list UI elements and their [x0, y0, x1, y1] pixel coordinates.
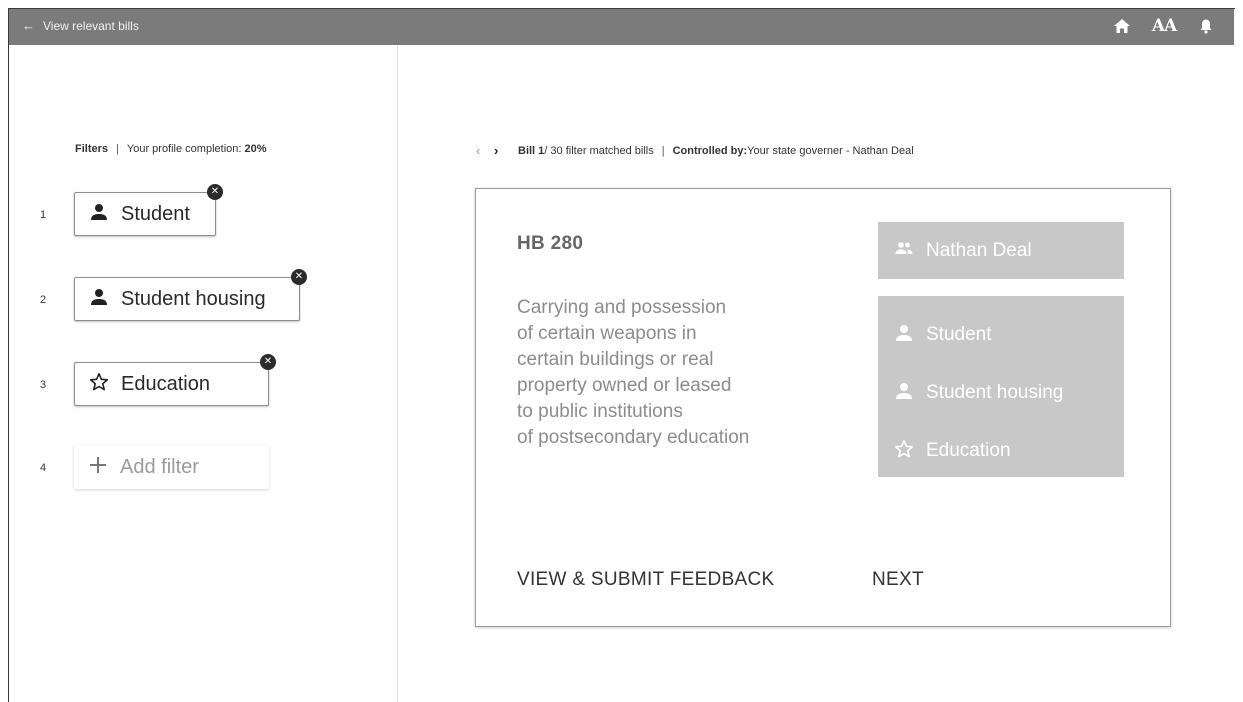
back-link-label[interactable]: View relevant bills [43, 19, 139, 33]
bill-description-line: to public institutions [517, 401, 683, 422]
panel-divider [397, 45, 398, 702]
filter-chip-education[interactable]: Education ✕ [74, 354, 276, 406]
bill-description-line: of certain weapons in [517, 323, 697, 344]
bill-description-line: Carrying and possession [517, 297, 727, 318]
text-size-icon[interactable]: AA [1152, 16, 1177, 36]
back-link[interactable]: ← View relevant bills [22, 18, 139, 33]
filter-chip-label: Student [121, 202, 190, 225]
bill-nav-separator: | [661, 144, 665, 157]
home-icon[interactable] [1112, 16, 1132, 36]
filter-chip-student-housing[interactable]: Student housing ✕ [74, 269, 307, 321]
filter-number: 3 [40, 379, 47, 391]
next-button[interactable]: NEXT [872, 569, 924, 591]
bill-description: Carrying and possession of certain weapo… [517, 295, 847, 451]
governor-box: Nathan Deal [878, 222, 1124, 279]
controlled-by-value: Your state governer - Nathan Deal [747, 144, 914, 157]
bill-id: HB 280 [517, 233, 584, 254]
bill-number: Bill 1 [518, 144, 545, 157]
matched-tag-label: Education [926, 440, 1011, 461]
filter-chip-label: Student housing [121, 287, 266, 310]
matched-tag: Student [878, 306, 1124, 364]
bill-description-line: property owned or leased [517, 375, 732, 396]
filter-number: 2 [40, 294, 47, 306]
add-filter-label: Add filter [120, 455, 199, 478]
matched-tag-label: Student housing [926, 382, 1064, 403]
filter-number: 4 [40, 462, 47, 474]
matched-tags-box: Student Student housing Education [878, 296, 1124, 477]
app-bar: ← View relevant bills AA [9, 9, 1234, 45]
add-filter-button[interactable]: Add filter [74, 445, 269, 489]
filters-header: Filters | Your profile completion: 20% [75, 143, 267, 155]
person-icon [894, 381, 914, 406]
star-outline-icon [89, 372, 109, 397]
remove-filter-icon[interactable]: ✕ [291, 269, 307, 285]
star-outline-icon [894, 439, 914, 464]
previous-bill-chevron-icon[interactable]: ‹ [476, 143, 494, 158]
governor-name: Nathan Deal [926, 239, 1032, 261]
people-icon [894, 240, 914, 261]
matched-tag: Student housing [878, 364, 1124, 422]
bill-card: HB 280 Carrying and possession of certai… [475, 188, 1171, 627]
filter-number: 1 [40, 209, 47, 221]
person-icon [894, 323, 914, 348]
profile-completion-label: Your profile completion: [126, 143, 245, 155]
view-submit-feedback-button[interactable]: VIEW & SUBMIT FEEDBACK [517, 569, 775, 591]
person-icon [89, 202, 109, 227]
next-bill-chevron-icon[interactable]: › [494, 143, 512, 158]
remove-filter-icon[interactable]: ✕ [207, 184, 223, 200]
profile-completion-value: 20% [244, 143, 267, 155]
filter-chip-label: Education [121, 372, 210, 395]
remove-filter-icon[interactable]: ✕ [260, 354, 276, 370]
filter-chip-student[interactable]: Student ✕ [74, 184, 223, 236]
matched-tag: Education [878, 422, 1124, 480]
back-arrow-icon[interactable]: ← [22, 18, 35, 33]
matched-tag-label: Student [926, 324, 992, 345]
controlled-by-label: Controlled by: [672, 144, 748, 157]
plus-icon [88, 455, 108, 480]
appbar-actions: AA [1112, 16, 1216, 36]
person-icon [89, 287, 109, 312]
bill-description-line: certain buildings or real [517, 349, 714, 370]
bill-count: / 30 filter matched bills [544, 144, 654, 157]
filters-title: Filters [75, 143, 109, 155]
bill-description-line: of postsecondary education [517, 427, 750, 448]
bill-navigation: ‹ › Bill 1 / 30 filter matched bills | Con… [476, 143, 914, 158]
notification-bell-icon[interactable] [1196, 16, 1216, 36]
filters-separator: | [116, 143, 119, 155]
